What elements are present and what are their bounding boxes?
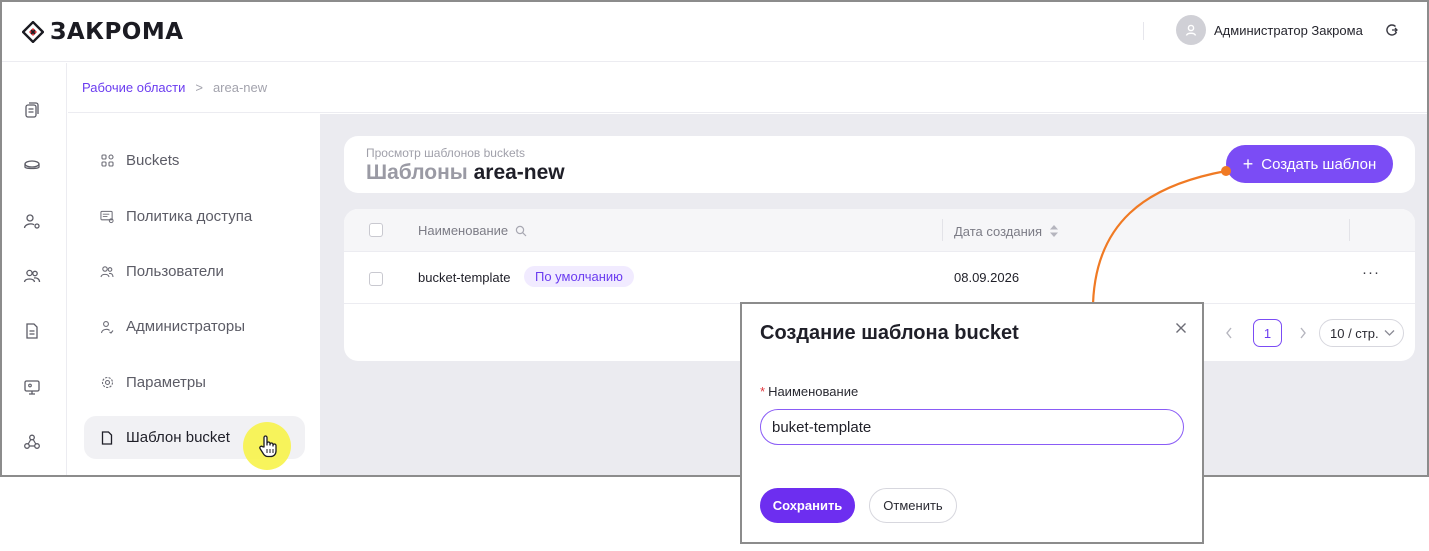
table-header: Наименование Дата создания (344, 209, 1415, 252)
file-icon (100, 430, 114, 445)
page-title-prefix: Шаблоны (366, 161, 468, 184)
template-name-input[interactable] (760, 409, 1184, 445)
logo-text: ЗАКРОМА (50, 19, 184, 45)
gear-icon (100, 376, 114, 390)
creation-date: 08.09.2026 (954, 270, 1020, 285)
storage-icon[interactable] (23, 156, 41, 174)
menu-item-users[interactable]: Пользователи (84, 250, 305, 293)
create-template-modal: Создание шаблона bucket *Наименование Со… (740, 302, 1204, 544)
header-divider (1143, 22, 1144, 40)
chevron-down-icon (1384, 330, 1395, 336)
chevron-left-icon[interactable] (1224, 326, 1234, 340)
menu-item-label: Политика доступа (126, 208, 253, 225)
app-window: ЗАКРОМА Администратор Закрома Рабочие об… (0, 0, 1429, 477)
sort-icon[interactable] (1049, 223, 1059, 239)
search-icon[interactable] (515, 225, 527, 237)
menu-item-label: Параметры (126, 374, 206, 391)
pagination-page-1[interactable]: 1 (1253, 319, 1282, 347)
breadcrumb-root-link[interactable]: Рабочие области (82, 80, 185, 95)
buckets-icon (100, 154, 114, 168)
page-size-select[interactable]: 10 / стр. (1319, 319, 1404, 347)
logo-icon (22, 21, 44, 43)
policy-icon (100, 210, 114, 224)
close-icon[interactable] (1175, 322, 1187, 334)
breadcrumb: Рабочие области > area-new (68, 63, 1427, 113)
cancel-button[interactable]: Отменить (869, 488, 957, 523)
default-badge: По умолчанию (524, 266, 634, 287)
column-date-label: Дата создания (954, 223, 1043, 239)
row-actions-menu[interactable]: ··· (1362, 264, 1380, 281)
table-row[interactable]: bucket-template По умолчанию 08.09.2026 … (344, 253, 1415, 304)
user-menu[interactable]: Администратор Закрома (1176, 15, 1363, 45)
template-name[interactable]: bucket-template (418, 270, 511, 285)
top-header: ЗАКРОМА Администратор Закрома (2, 2, 1427, 62)
column-divider (942, 219, 943, 241)
file-icon[interactable] (23, 322, 41, 340)
user-name: Администратор Закрома (1214, 22, 1363, 38)
menu-item-label: Buckets (126, 152, 180, 169)
hand-cursor-icon (259, 435, 277, 458)
admin-icon (100, 320, 114, 334)
page-header-card: Просмотр шаблонов buckets Шаблоны area-n… (344, 136, 1415, 193)
page-subtitle: Просмотр шаблонов buckets (366, 146, 525, 160)
menu-item-label: Администраторы (126, 318, 246, 335)
create-template-button[interactable]: + Создать шаблон (1226, 145, 1393, 183)
required-mark: * (760, 384, 766, 399)
menu-item-label: Шаблон bucket (126, 429, 230, 446)
page-title: Шаблоны area-new (366, 161, 565, 185)
menu-item-label: Пользователи (126, 263, 224, 280)
avatar (1176, 15, 1206, 45)
users-icon (100, 265, 114, 279)
breadcrumb-separator: > (195, 80, 203, 95)
users-icon[interactable] (23, 267, 41, 285)
page-size-value: 10 / стр. (1330, 325, 1379, 341)
section-menu: Buckets Политика доступа Пользователи Ад… (68, 114, 320, 475)
logo[interactable]: ЗАКРОМА (22, 19, 184, 45)
menu-item-administrators[interactable]: Администраторы (84, 305, 305, 348)
name-field-label-text: Наименование (768, 384, 859, 399)
breadcrumb-current: area-new (212, 80, 268, 95)
row-checkbox[interactable] (369, 272, 383, 286)
name-field-label: * Наименование (760, 384, 858, 399)
modal-title: Создание шаблона bucket (760, 322, 1019, 344)
menu-item-parameters[interactable]: Параметры (84, 361, 305, 404)
create-template-label: Создать шаблон (1261, 155, 1377, 173)
documents-icon[interactable] (23, 101, 41, 119)
column-name-label: Наименование (418, 223, 509, 238)
menu-item-buckets[interactable]: Buckets (84, 139, 305, 182)
select-all-checkbox[interactable] (369, 223, 383, 237)
monitor-icon[interactable] (23, 378, 41, 396)
cluster-icon[interactable] (23, 433, 41, 451)
menu-item-access-policy[interactable]: Политика доступа (84, 195, 305, 238)
save-button[interactable]: Сохранить (760, 488, 855, 523)
logout-icon[interactable] (1385, 23, 1399, 37)
plus-icon: + (1242, 154, 1254, 174)
user-settings-icon[interactable] (23, 212, 41, 230)
column-header-name[interactable]: Наименование (418, 223, 527, 238)
chevron-right-icon[interactable] (1298, 326, 1308, 340)
user-icon (1185, 24, 1197, 36)
page-title-name: area-new (473, 161, 565, 184)
column-header-date[interactable]: Дата создания (954, 223, 1059, 239)
icon-rail (2, 63, 67, 475)
column-divider (1349, 219, 1350, 241)
